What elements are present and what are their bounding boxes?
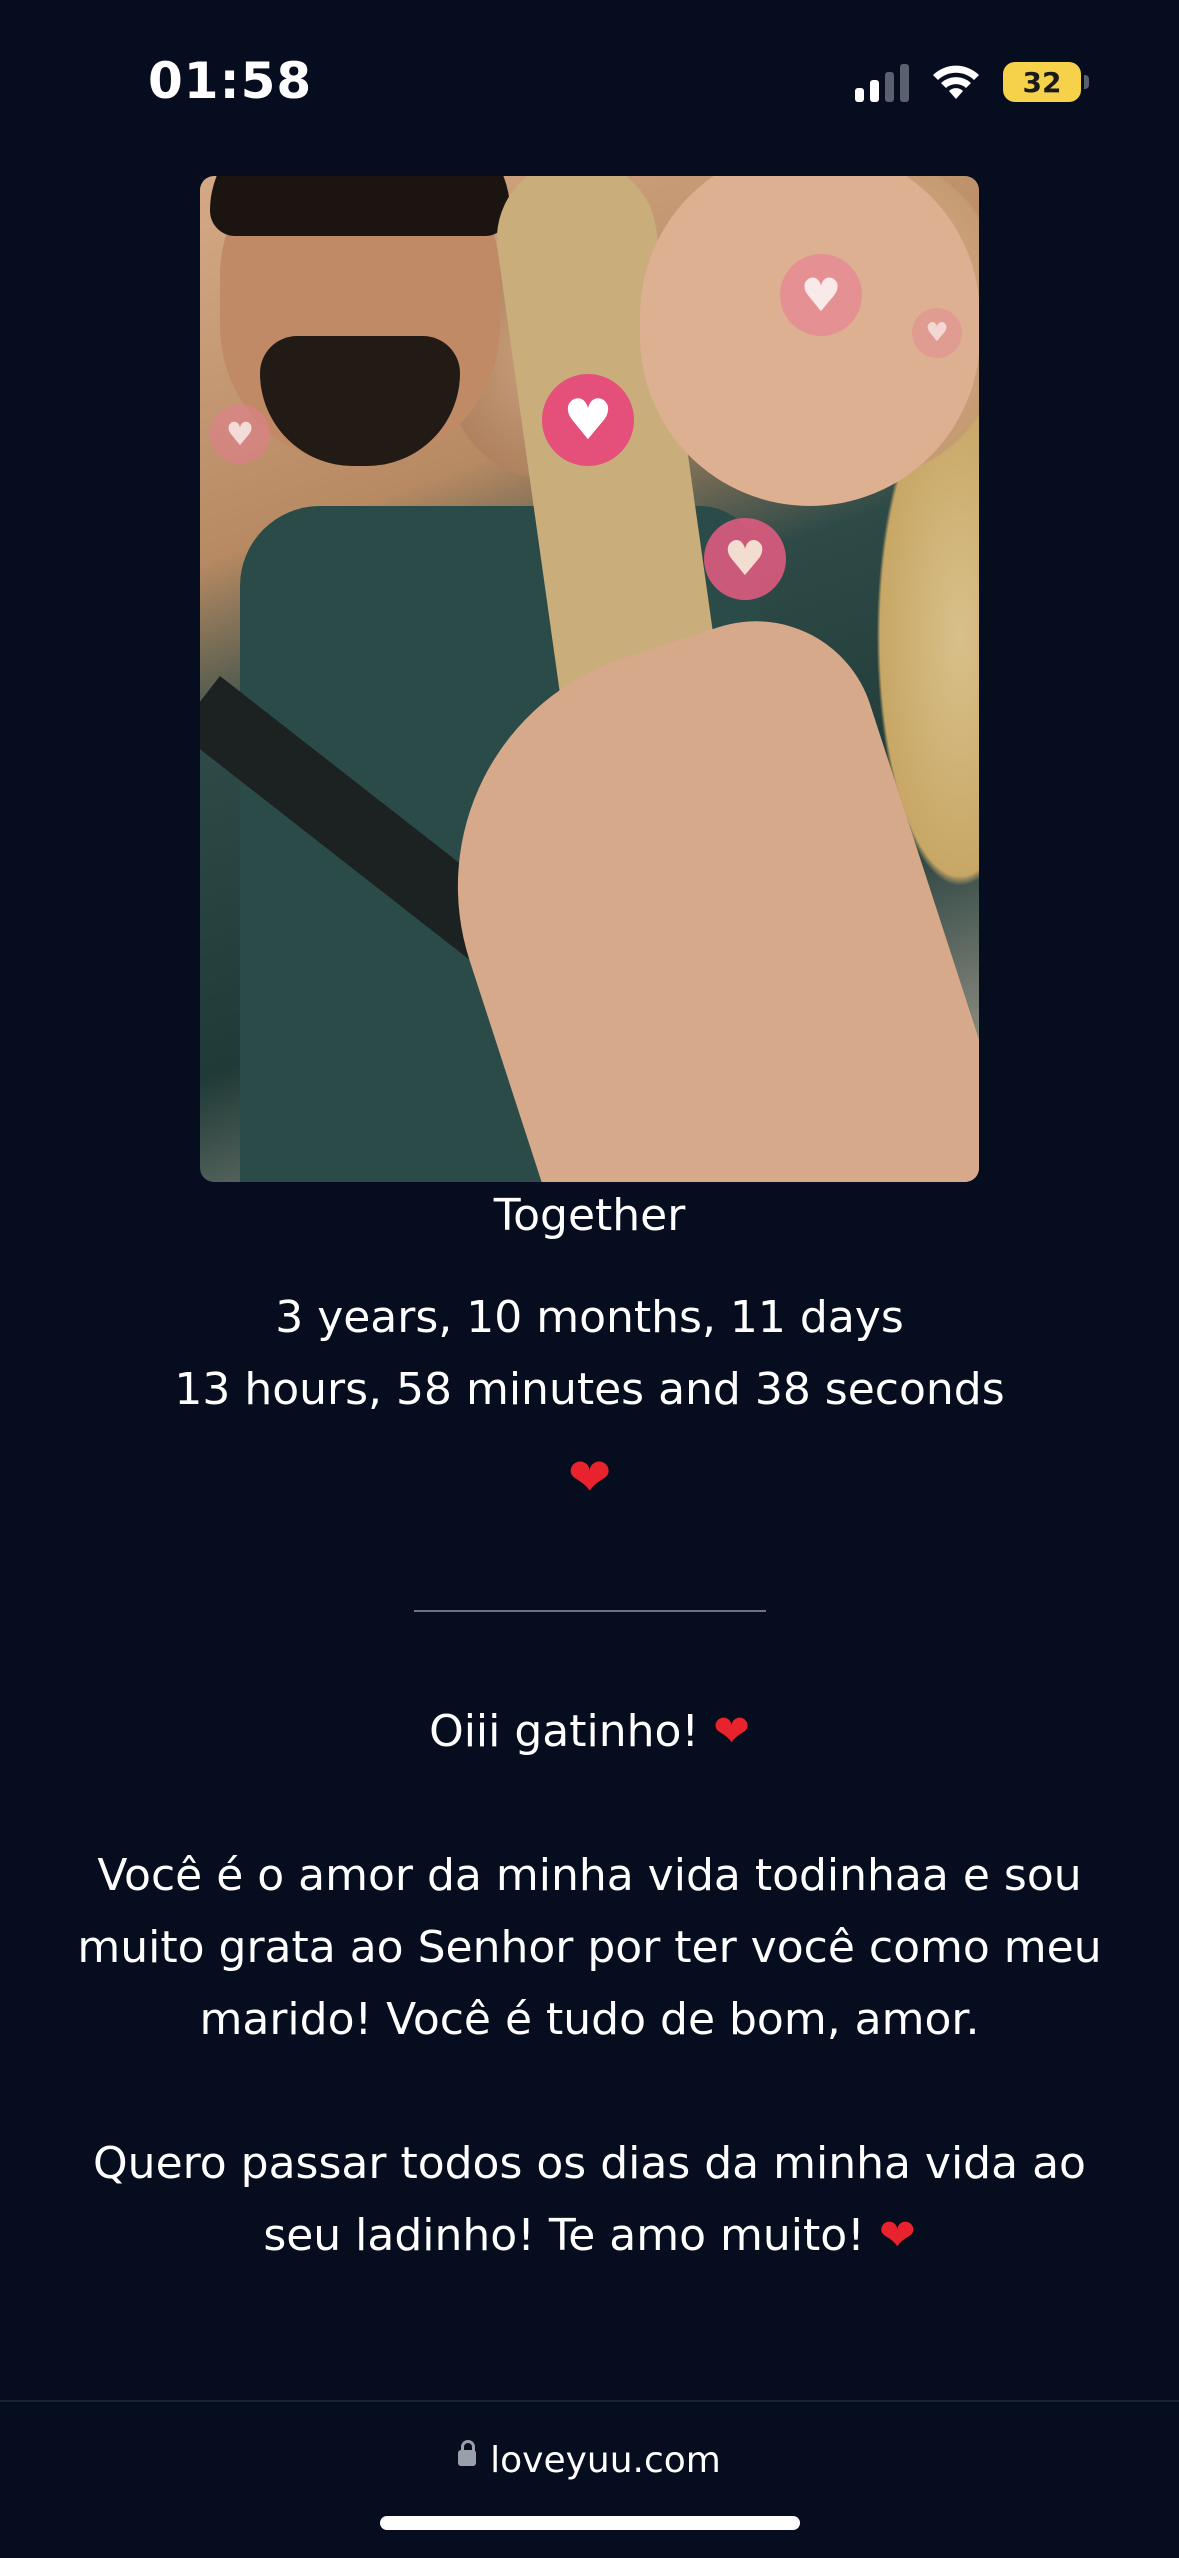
floating-heart-icon: ♥ (704, 518, 786, 600)
love-message: Oiii gatinho! ❤ Você é o amor da minha v… (60, 1696, 1119, 2344)
cellular-signal-icon (855, 62, 909, 102)
home-indicator[interactable] (380, 2516, 800, 2530)
battery-level: 32 (1022, 65, 1062, 99)
heart-icon: ❤ (878, 2210, 916, 2261)
wifi-icon (933, 65, 979, 99)
floating-heart-icon: ♥ (542, 374, 634, 466)
url-text: loveyuu.com (490, 2440, 721, 2481)
status-bar: 01:58 32 (0, 0, 1179, 170)
heart-icon: ❤ (713, 1706, 750, 1757)
url-display[interactable]: loveyuu.com (0, 2440, 1179, 2481)
lock-icon (458, 2440, 477, 2466)
couple-photo: ♥ ♥ ♥ ♥ ♥ (200, 176, 979, 1182)
together-label: Together (493, 1190, 686, 1241)
browser-address-bar[interactable]: loveyuu.com (0, 2400, 1179, 2558)
message-paragraph: Quero passar todos os dias da minha vida… (93, 2138, 1086, 2261)
counter-date-line: 3 years, 10 months, 11 days (275, 1292, 904, 1343)
floating-heart-icon: ♥ (912, 308, 962, 358)
counter-time-line: 13 hours, 58 minutes and 38 seconds (174, 1364, 1005, 1415)
message-greeting: Oiii gatinho! ❤ (429, 1706, 750, 1757)
battery-icon: 32 (1003, 62, 1089, 102)
status-time: 01:58 (148, 52, 313, 110)
heart-icon: ❤ (567, 1448, 612, 1508)
message-paragraph: Você é o amor da minha vida todinhaa e s… (77, 1850, 1102, 2045)
status-icons: 32 (855, 62, 1089, 102)
relationship-counter: 3 years, 10 months, 11 days 13 hours, 58… (0, 1282, 1179, 1426)
floating-heart-icon: ♥ (780, 254, 862, 336)
divider (414, 1610, 766, 1612)
floating-heart-icon: ♥ (210, 404, 270, 464)
